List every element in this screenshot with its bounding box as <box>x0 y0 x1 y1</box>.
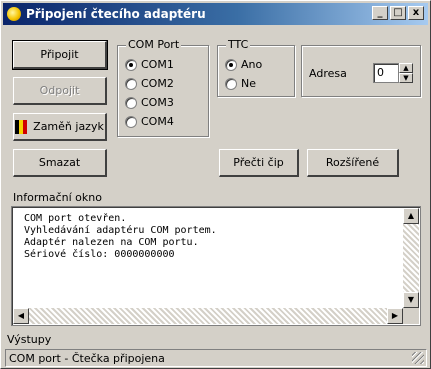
com-port-option-1[interactable]: COM1 <box>125 58 174 71</box>
com-port-option-2[interactable]: COM2 <box>125 77 174 90</box>
info-lines: COM port otevřen. Vyhledávání adaptéru C… <box>24 213 217 261</box>
com-port-option-label: COM2 <box>141 77 174 90</box>
connect-label: Připojit <box>40 48 79 61</box>
disconnect-label: Odpojit <box>39 84 80 97</box>
resize-grip-icon[interactable] <box>412 352 424 364</box>
com-port-option-label: COM3 <box>141 96 174 109</box>
mode-option-2[interactable]: Ne <box>225 77 256 90</box>
minimize-button[interactable]: _ <box>372 6 388 20</box>
clear-button[interactable]: Smazat <box>13 149 107 177</box>
clear-label: Smazat <box>38 156 81 169</box>
mode-legend: TTC <box>226 38 251 51</box>
scroll-down-icon[interactable]: ▼ <box>403 292 419 308</box>
language-button[interactable]: Zaměň jazyk <box>13 113 107 141</box>
main-window: Připojení čtecího adaptéru _ □ x Připoji… <box>0 0 431 369</box>
advanced-button[interactable]: Rozšířené <box>307 149 399 177</box>
info-line: Vyhledávání adaptéru COM portem. <box>24 225 217 236</box>
disconnect-button[interactable]: Odpojit <box>13 77 107 105</box>
app-icon <box>7 7 21 21</box>
maximize-button[interactable]: □ <box>390 6 406 20</box>
com-port-option-3[interactable]: COM3 <box>125 96 174 109</box>
com-port-option-label: COM1 <box>141 58 174 71</box>
com-port-option-label: COM4 <box>141 115 174 128</box>
radio-mode-yes[interactable] <box>225 58 237 71</box>
flag-icon <box>15 119 28 134</box>
advanced-label: Rozšířené <box>325 156 380 169</box>
vertical-scrollbar[interactable]: ▲ ▼ <box>403 208 419 308</box>
mode-option-label: Ano <box>241 58 263 71</box>
close-button[interactable]: x <box>408 6 424 20</box>
read-chip-button[interactable]: Přečti čip <box>219 149 299 177</box>
read-chip-label: Přečti čip <box>233 156 284 169</box>
com-port-legend: COM Port <box>126 38 182 51</box>
output-label: Výstupy <box>7 333 52 346</box>
title-bar[interactable]: Připojení čtecího adaptéru _ □ x <box>3 3 428 25</box>
info-window-label: Informační okno <box>13 191 102 204</box>
radio-com3[interactable] <box>125 96 137 109</box>
info-line: Sériové číslo: 0000000000 <box>24 249 175 260</box>
info-line: Adaptér nalezen na COM portu. <box>24 237 199 248</box>
address-label: Adresa <box>309 67 347 80</box>
radio-mode-no[interactable] <box>225 77 237 90</box>
connect-button[interactable]: Připojit <box>12 40 108 70</box>
scroll-corner <box>403 308 419 324</box>
info-window[interactable]: COM port otevřen. Vyhledávání adaptéru C… <box>11 206 421 326</box>
radio-com1[interactable] <box>125 58 137 71</box>
window-title: Připojení čtecího adaptéru <box>26 7 206 21</box>
status-text: COM port - Čtečka připojena <box>9 352 165 365</box>
radio-com2[interactable] <box>125 77 137 90</box>
horizontal-scrollbar[interactable]: ◀ ▶ <box>13 308 403 324</box>
spin-up-icon[interactable]: ▲ <box>399 63 413 73</box>
mode-option-1[interactable]: Ano <box>225 58 262 71</box>
status-bar: COM port - Čtečka připojena <box>5 349 427 367</box>
scroll-up-icon[interactable]: ▲ <box>403 208 419 224</box>
language-label: Zaměň jazyk <box>33 120 104 133</box>
spin-down-icon[interactable]: ▼ <box>399 73 413 83</box>
mode-option-label: Ne <box>241 77 256 90</box>
scroll-left-icon[interactable]: ◀ <box>13 308 29 324</box>
scroll-right-icon[interactable]: ▶ <box>387 308 403 324</box>
info-line: COM port otevřen. <box>24 213 127 224</box>
radio-com4[interactable] <box>125 115 137 128</box>
com-port-option-4[interactable]: COM4 <box>125 115 174 128</box>
address-input[interactable]: 0 <box>373 63 399 83</box>
address-spinner[interactable]: ▲ ▼ <box>399 63 413 83</box>
